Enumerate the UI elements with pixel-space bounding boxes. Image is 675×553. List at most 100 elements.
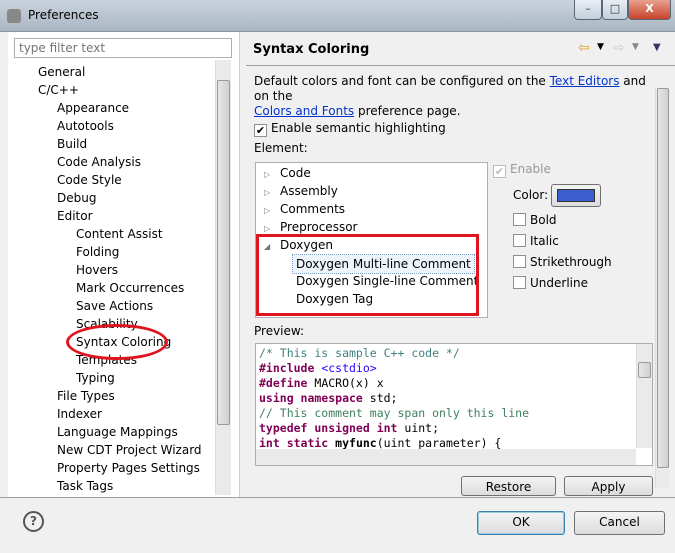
- apply-button[interactable]: Apply: [564, 476, 653, 496]
- tree-item[interactable]: New CDT Project Wizard: [57, 441, 202, 459]
- help-icon[interactable]: ?: [23, 511, 44, 532]
- bold-checkbox[interactable]: Bold: [513, 213, 557, 227]
- restore-defaults-button[interactable]: Restore Defaults: [461, 476, 556, 496]
- code-token: uint;: [404, 421, 440, 435]
- tree-item[interactable]: Build: [57, 135, 87, 153]
- checkbox-label: Strikethrough: [530, 255, 612, 269]
- code-preview[interactable]: /* This is sample C++ code */#include <c…: [255, 343, 653, 466]
- code-token: /* This is sample C++ code */: [259, 346, 460, 360]
- tree-item[interactable]: Folding: [76, 243, 119, 261]
- element-label: Assembly: [280, 184, 338, 198]
- code-token: std;: [369, 391, 398, 405]
- maximize-button[interactable]: □: [602, 0, 628, 20]
- scroll-thumb[interactable]: [638, 362, 651, 378]
- back-arrow-icon[interactable]: ⇦: [578, 40, 590, 56]
- element-label: Element:: [254, 141, 308, 155]
- desc-text: preference page.: [354, 104, 461, 118]
- tree-item[interactable]: Code Style: [57, 171, 122, 189]
- tree-item[interactable]: Hovers: [76, 261, 118, 279]
- color-label: Color:: [513, 188, 549, 202]
- colors-and-fonts-link[interactable]: Colors and Fonts: [254, 104, 354, 118]
- back-menu-icon[interactable]: ▼: [597, 42, 604, 52]
- cancel-button[interactable]: Cancel: [574, 511, 665, 535]
- code-token: #include: [259, 361, 322, 375]
- element-item[interactable]: ▷ Comments: [264, 200, 345, 220]
- tree-item[interactable]: Property Pages Settings: [57, 459, 200, 477]
- tree-item[interactable]: Typing: [76, 369, 115, 387]
- code-line: typedef unsigned int uint;: [259, 421, 439, 436]
- tree-item[interactable]: General: [38, 63, 85, 81]
- tree-item[interactable]: Editor: [57, 207, 93, 225]
- checkbox-label: Enable semantic highlighting: [271, 121, 446, 135]
- title-bar: Preferences – □ X: [0, 0, 675, 32]
- checkbox-checked-icon[interactable]: ✔: [493, 165, 506, 178]
- minimize-button[interactable]: –: [574, 0, 602, 20]
- tree-item[interactable]: Appearance: [57, 99, 129, 117]
- enable-checkbox[interactable]: ✔ Enable: [493, 162, 551, 178]
- header-divider: [246, 65, 675, 66]
- code-token: #define: [259, 376, 315, 390]
- tree-item[interactable]: Autotools: [57, 117, 114, 135]
- preview-vscrollbar[interactable]: [636, 344, 652, 448]
- preview-hscrollbar[interactable]: [256, 449, 636, 465]
- semantic-highlighting-checkbox[interactable]: ✔ Enable semantic highlighting: [254, 121, 446, 137]
- checkbox-checked-icon[interactable]: ✔: [254, 124, 267, 137]
- app-icon: [7, 9, 21, 23]
- window-title: Preferences: [28, 8, 99, 22]
- strikethrough-checkbox[interactable]: Strikethrough: [513, 255, 612, 269]
- code-token: typedef unsigned int: [259, 421, 405, 435]
- tree-item[interactable]: Code Analysis: [57, 153, 141, 171]
- forward-arrow-icon[interactable]: ⇨: [613, 40, 625, 56]
- page-scrollbar[interactable]: [655, 88, 670, 488]
- close-button[interactable]: X: [628, 0, 671, 20]
- doxygen-highlight-rectangle: [256, 234, 479, 316]
- checkbox-label: Italic: [530, 234, 559, 248]
- element-label: Code: [280, 166, 311, 180]
- code-line: #include <cstdio>: [259, 361, 377, 376]
- tree-item[interactable]: Task Tags: [57, 477, 113, 495]
- tree-item[interactable]: Mark Occurrences: [76, 279, 184, 297]
- checkbox-label: Bold: [530, 213, 557, 227]
- tree-item[interactable]: C/C++: [38, 81, 79, 99]
- preview-label: Preview:: [254, 324, 305, 338]
- tree-scrollbar[interactable]: [215, 60, 231, 495]
- element-item[interactable]: ▷ Code: [264, 164, 311, 184]
- tree-item[interactable]: File Types: [57, 387, 115, 405]
- element-item[interactable]: ▷ Assembly: [264, 182, 338, 202]
- scroll-thumb[interactable]: [657, 88, 669, 468]
- code-token: using namespace: [259, 391, 370, 405]
- view-menu-icon[interactable]: ▼: [653, 42, 661, 53]
- filter-input[interactable]: [14, 38, 232, 58]
- tree-item[interactable]: Content Assist: [76, 225, 163, 243]
- forward-menu-icon[interactable]: ▼: [632, 42, 639, 52]
- tree-item[interactable]: Language Mappings: [57, 423, 178, 441]
- code-token: // This comment may span only this line: [259, 406, 530, 420]
- text-editors-link[interactable]: Text Editors: [550, 74, 620, 88]
- italic-checkbox[interactable]: Italic: [513, 234, 559, 248]
- tree-item[interactable]: Indexer: [57, 405, 102, 423]
- checkbox-icon[interactable]: [513, 234, 526, 247]
- page-description: Default colors and font can be configure…: [254, 74, 654, 119]
- element-label: Comments: [280, 202, 346, 216]
- scroll-thumb[interactable]: [217, 80, 230, 425]
- element-label: Preprocessor: [280, 220, 358, 234]
- color-swatch: [557, 189, 595, 202]
- checkbox-icon[interactable]: [513, 276, 526, 289]
- syntax-coloring-highlight-ellipse: [66, 324, 168, 360]
- footer-divider: [0, 497, 675, 498]
- underline-checkbox[interactable]: Underline: [513, 276, 588, 290]
- checkbox-label: Underline: [530, 276, 588, 290]
- code-token: (uint parameter) {: [376, 436, 502, 450]
- checkbox-icon[interactable]: [513, 255, 526, 268]
- code-token: MACRO(x) x: [314, 376, 384, 390]
- code-token: int static: [259, 436, 336, 450]
- preference-tree: General C/C++ Appearance Autotools Build Code…: [0, 63, 215, 495]
- tree-item[interactable]: Save Actions: [76, 297, 153, 315]
- code-token: <cstdio>: [321, 361, 377, 375]
- color-picker-button[interactable]: [551, 184, 601, 207]
- desc-text: Default colors and font can be configure…: [254, 74, 550, 88]
- checkbox-icon[interactable]: [513, 213, 526, 226]
- ok-button[interactable]: OK: [477, 511, 565, 535]
- code-line: // This comment may span only this line: [259, 406, 529, 421]
- tree-item[interactable]: Debug: [57, 189, 96, 207]
